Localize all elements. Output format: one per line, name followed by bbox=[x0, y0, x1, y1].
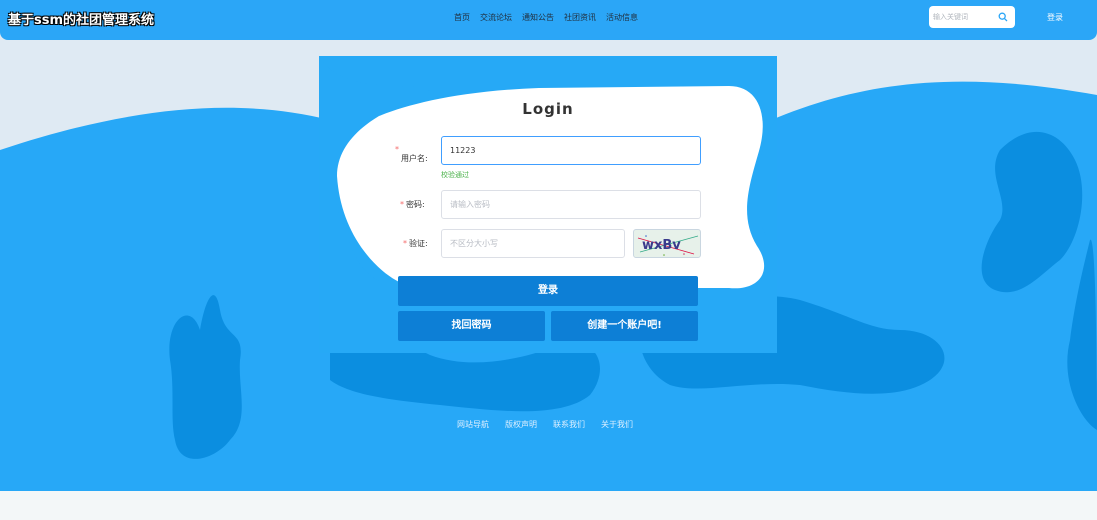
captcha-text: wxBv bbox=[642, 238, 681, 253]
username-label: 用户名: bbox=[401, 154, 428, 163]
captcha-image[interactable]: wxBv bbox=[633, 229, 701, 258]
footer-link-contact[interactable]: 联系我们 bbox=[553, 419, 585, 430]
nav-item-home[interactable]: 首页 bbox=[454, 12, 470, 23]
password-input[interactable] bbox=[441, 190, 701, 219]
required-mark: * bbox=[400, 200, 404, 209]
nav-item-club-news[interactable]: 社团资讯 bbox=[564, 12, 596, 23]
footer-link-about[interactable]: 关于我们 bbox=[601, 419, 633, 430]
nav-item-notices[interactable]: 通知公告 bbox=[522, 12, 554, 23]
captcha-art: wxBv bbox=[637, 235, 699, 256]
forgot-password-button[interactable]: 找回密码 bbox=[398, 311, 545, 341]
search-icon[interactable] bbox=[998, 12, 1008, 22]
login-title: Login bbox=[522, 100, 574, 118]
footer-links: 网站导航 版权声明 联系我们 关于我们 bbox=[457, 419, 633, 430]
captcha-label-wrap: * 验证: bbox=[403, 238, 428, 249]
nav-item-forum[interactable]: 交流论坛 bbox=[480, 12, 512, 23]
login-card: Login * 用户名: 校验通过 *密码: *验证: wxBv 登录 找回密码… bbox=[319, 56, 777, 353]
main-nav: 首页 交流论坛 通知公告 社团资讯 活动信息 bbox=[454, 12, 638, 23]
required-mark: * bbox=[403, 239, 407, 248]
top-navbar: 基于ssm的社团管理系统 首页 交流论坛 通知公告 社团资讯 活动信息 登录 bbox=[0, 0, 1097, 40]
search-input[interactable] bbox=[933, 10, 993, 24]
username-input[interactable] bbox=[441, 136, 701, 165]
username-validation-message: 校验通过 bbox=[441, 171, 469, 179]
footer-link-site-nav[interactable]: 网站导航 bbox=[457, 419, 489, 430]
nav-item-activities[interactable]: 活动信息 bbox=[606, 12, 638, 23]
search-box bbox=[929, 6, 1015, 28]
captcha-label: 验证: bbox=[409, 239, 428, 248]
site-title[interactable]: 基于ssm的社团管理系统 bbox=[8, 9, 154, 28]
password-label: 密码: bbox=[406, 200, 425, 209]
login-button[interactable]: 登录 bbox=[398, 276, 698, 306]
register-button[interactable]: 创建一个账户吧! bbox=[551, 311, 698, 341]
captcha-input[interactable] bbox=[441, 229, 625, 258]
footer-link-copyright[interactable]: 版权声明 bbox=[505, 419, 537, 430]
bottom-strip bbox=[0, 491, 1097, 520]
header-login-link[interactable]: 登录 bbox=[1047, 12, 1063, 23]
password-label-wrap: * 密码: bbox=[400, 199, 425, 210]
required-mark: * bbox=[395, 145, 399, 154]
